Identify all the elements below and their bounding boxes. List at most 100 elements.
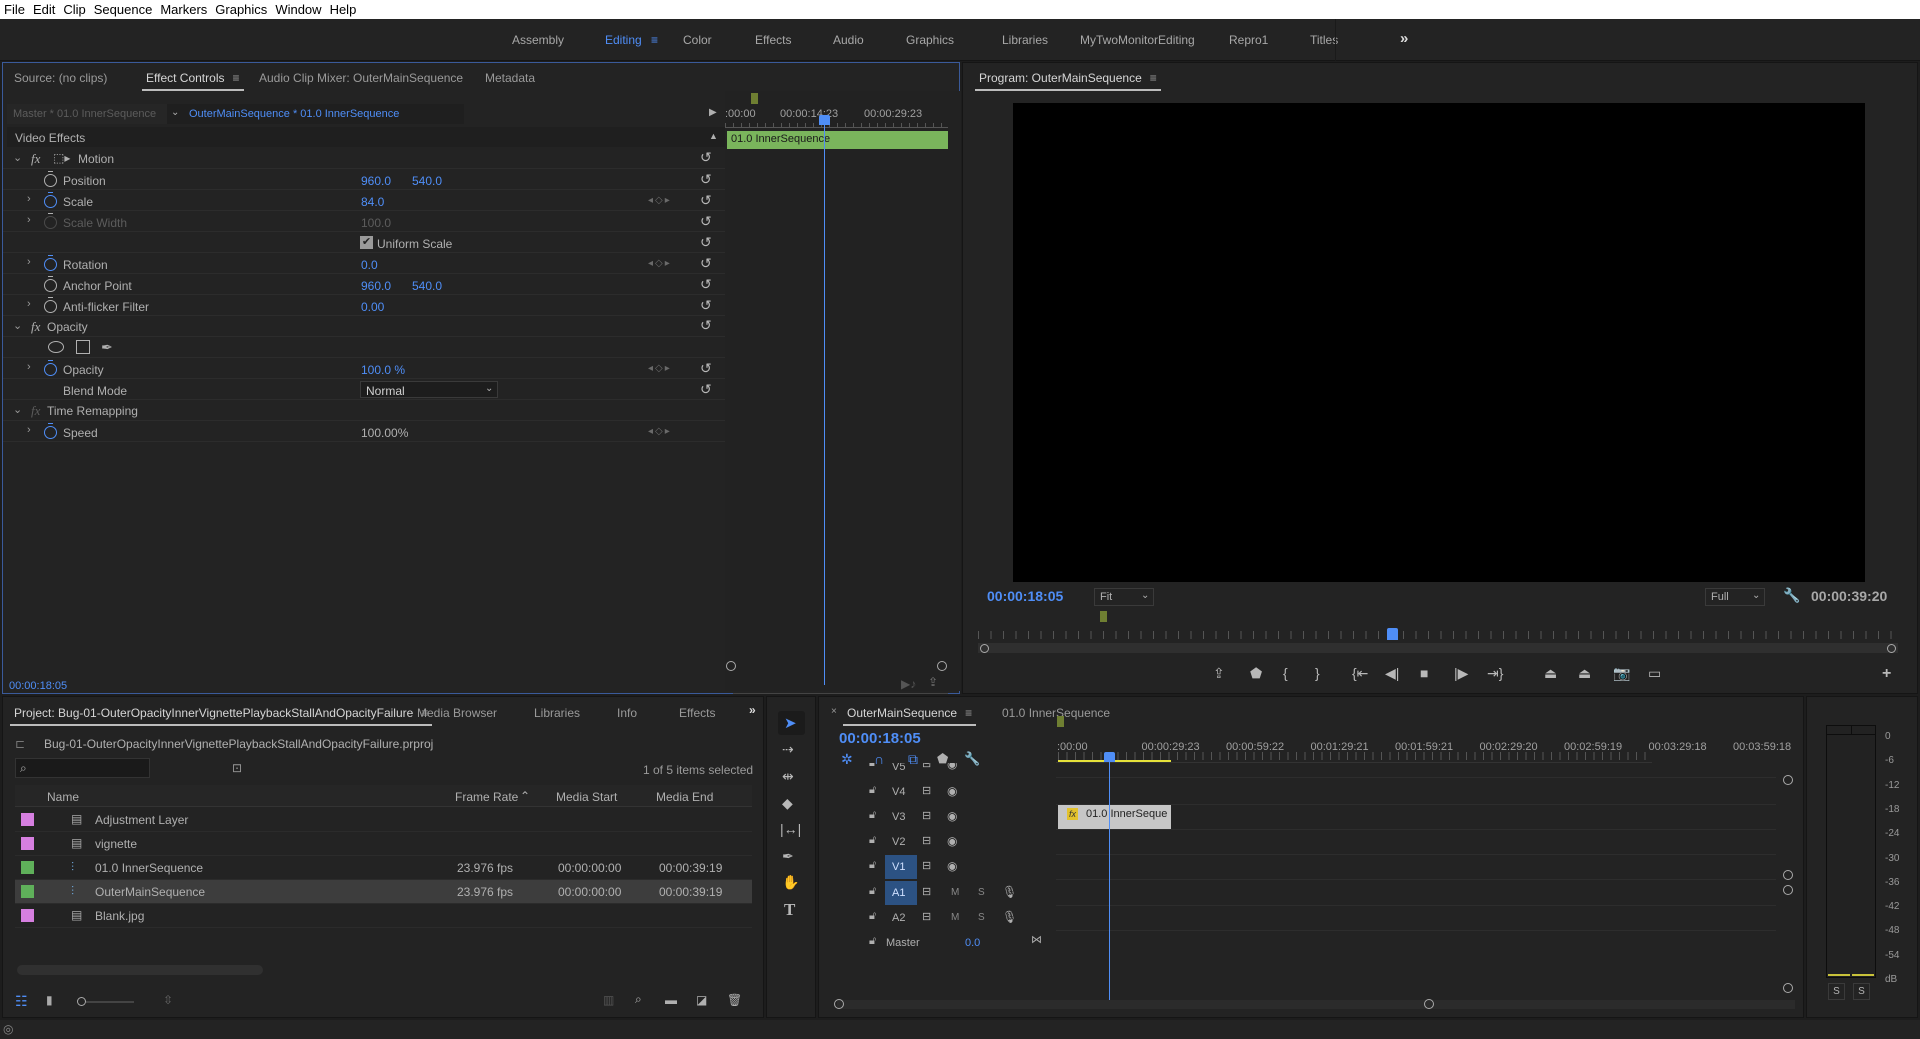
export-icon[interactable]: ⇪ xyxy=(928,675,938,689)
item-name[interactable]: 01.0 InnerSequence xyxy=(95,861,203,875)
master-volume-value[interactable]: 0.0 xyxy=(965,937,980,949)
solo-button[interactable]: S xyxy=(978,912,985,923)
panel-overflow-icon[interactable]: » xyxy=(749,703,756,717)
reset-icon[interactable]: ↺ xyxy=(700,255,712,272)
filter-audio-icon[interactable]: ▶♪ xyxy=(901,677,916,691)
uniform-scale-checkbox[interactable]: ✔ xyxy=(360,236,373,249)
workspace-repro1[interactable]: Repro1 xyxy=(1229,33,1268,47)
label-color-swatch[interactable] xyxy=(21,861,34,874)
reset-icon[interactable]: ↺ xyxy=(700,360,712,377)
stopwatch-icon[interactable] xyxy=(44,192,57,208)
project-search-input[interactable]: ⌕ xyxy=(15,758,150,778)
workspace-audio[interactable]: Audio xyxy=(833,33,864,47)
tab-metadata[interactable]: Metadata xyxy=(485,71,535,85)
chevron-right-icon[interactable]: › xyxy=(27,424,31,436)
zoom-scrollbar[interactable] xyxy=(733,693,948,694)
stopwatch-icon[interactable] xyxy=(44,423,57,439)
speed-value[interactable]: 100.00% xyxy=(361,426,408,440)
sync-lock-icon[interactable]: ⊟ xyxy=(922,910,931,923)
reset-icon[interactable]: ↺ xyxy=(700,381,712,398)
comparison-view-icon[interactable]: ▭ xyxy=(1648,665,1661,682)
reset-icon[interactable]: ↺ xyxy=(700,297,712,314)
type-tool-icon[interactable]: T xyxy=(784,900,795,920)
mark-in-icon[interactable]: { xyxy=(1283,665,1288,681)
keyframe-nav-icon[interactable]: ◂◇▸ xyxy=(648,426,672,437)
anchor-x-value[interactable]: 960.0 xyxy=(361,279,391,293)
chevron-right-icon[interactable]: › xyxy=(27,193,31,205)
go-to-out-icon[interactable]: ⇥} xyxy=(1487,665,1503,682)
reset-icon[interactable]: ↺ xyxy=(700,234,712,251)
menu-graphics[interactable]: Graphics xyxy=(215,2,267,17)
workspace-libraries[interactable]: Libraries xyxy=(1002,33,1048,47)
tab-program-monitor[interactable]: Program: OuterMainSequence ≡ xyxy=(975,71,1161,91)
workspace-menu-icon[interactable]: ≡ xyxy=(651,33,658,47)
playback-resolution-select[interactable]: Full ⌄ xyxy=(1705,588,1765,606)
sort-ascending-icon[interactable]: ⌃ xyxy=(520,789,530,803)
menu-window[interactable]: Window xyxy=(275,2,321,17)
video-scroll-handle[interactable] xyxy=(1783,775,1793,785)
zoom-slider-handle[interactable] xyxy=(77,997,86,1006)
playhead-handle[interactable] xyxy=(1104,752,1115,762)
position-y-value[interactable]: 540.0 xyxy=(412,174,442,188)
slip-tool-icon[interactable]: |↔| xyxy=(780,821,801,837)
item-name[interactable]: Blank.jpg xyxy=(95,909,144,923)
lock-icon[interactable]: 🔓︎ xyxy=(869,910,876,923)
column-media-end[interactable]: Media End xyxy=(656,790,713,804)
motion-transform-icon[interactable]: ⬚▸ xyxy=(53,151,70,165)
rotation-value[interactable]: 0.0 xyxy=(361,258,378,272)
fx-icon[interactable]: fx xyxy=(31,319,40,335)
clear-trash-icon[interactable]: 🗑 xyxy=(727,993,742,1007)
lock-icon[interactable]: 🔓︎ xyxy=(869,763,876,770)
workspace-assembly[interactable]: Assembly xyxy=(512,33,564,47)
column-name[interactable]: Name xyxy=(47,790,79,804)
video-scroll-handle[interactable] xyxy=(1783,870,1793,880)
scroll-up-icon[interactable]: ▲ xyxy=(709,131,718,141)
scroll-handle-right[interactable] xyxy=(1887,644,1896,653)
timeline-playhead[interactable] xyxy=(1109,753,1110,1003)
hand-tool-icon[interactable]: ✋ xyxy=(782,874,799,891)
step-back-icon[interactable]: ◀| xyxy=(1385,665,1399,682)
bin-up-icon[interactable]: ⊏ xyxy=(15,737,25,751)
reset-icon[interactable]: ↺ xyxy=(700,149,712,166)
timeline-timecode[interactable]: 00:00:18:05 xyxy=(839,730,921,747)
sync-lock-icon[interactable]: ⊟ xyxy=(922,809,931,822)
effect-controls-timecode[interactable]: 00:00:18:05 xyxy=(9,680,67,692)
column-frame-rate[interactable]: Frame Rate xyxy=(455,790,518,804)
ripple-edit-tool-icon[interactable]: ⇹ xyxy=(782,768,794,785)
workspace-editing[interactable]: Editing xyxy=(605,33,642,47)
master-collapse-icon[interactable]: ⋈ xyxy=(1031,933,1042,946)
stopwatch-icon[interactable] xyxy=(44,276,57,292)
find-icon[interactable]: ⌕ xyxy=(635,992,642,1007)
reset-icon[interactable]: ↺ xyxy=(700,192,712,209)
tab-project[interactable]: Project: Bug-01-OuterOpacityInnerVignett… xyxy=(9,706,433,726)
reset-icon[interactable]: ↺ xyxy=(700,213,712,230)
stopwatch-icon[interactable] xyxy=(44,255,57,271)
new-item-icon[interactable]: ◪ xyxy=(696,993,707,1007)
new-search-bin-icon[interactable]: ⊡ xyxy=(232,761,242,775)
background-activity-icon[interactable]: ◎ xyxy=(3,1022,13,1036)
tab-libraries[interactable]: Libraries xyxy=(534,706,580,720)
playhead-handle[interactable] xyxy=(1387,628,1398,640)
pen-mask-icon[interactable]: ✒ xyxy=(101,339,113,356)
ruler[interactable] xyxy=(725,123,948,128)
stopwatch-icon[interactable] xyxy=(44,297,57,313)
menu-clip[interactable]: Clip xyxy=(63,2,85,17)
tab-effect-controls[interactable]: Effect Controls ≡ xyxy=(142,71,243,91)
tab-audio-clip-mixer[interactable]: Audio Clip Mixer: OuterMainSequence xyxy=(259,71,463,85)
step-forward-icon[interactable]: |▶ xyxy=(1454,665,1468,682)
zoom-slider-track[interactable] xyxy=(86,1001,134,1003)
new-bin-icon[interactable]: ▬ xyxy=(665,993,677,1007)
position-x-value[interactable]: 960.0 xyxy=(361,174,391,188)
track-select-tool-icon[interactable]: ⇢ xyxy=(782,741,794,758)
keyframe-nav-icon[interactable]: ◂◇▸ xyxy=(648,363,672,374)
menu-sequence[interactable]: Sequence xyxy=(94,2,153,17)
sort-icons-icon[interactable]: ⇳ xyxy=(163,993,173,1007)
tab-info[interactable]: Info xyxy=(617,706,637,720)
project-item-row[interactable]: ⫶ 01.0 InnerSequence 23.976 fps 00:00:00:00… xyxy=(15,856,752,880)
scroll-handle-left[interactable] xyxy=(834,999,844,1009)
workspace-effects[interactable]: Effects xyxy=(755,33,791,47)
label-color-swatch[interactable] xyxy=(21,813,34,826)
ellipse-mask-icon[interactable] xyxy=(48,341,64,353)
add-marker-icon[interactable]: ⬟ xyxy=(1250,665,1262,682)
audio-scroll-handle[interactable] xyxy=(1783,885,1793,895)
